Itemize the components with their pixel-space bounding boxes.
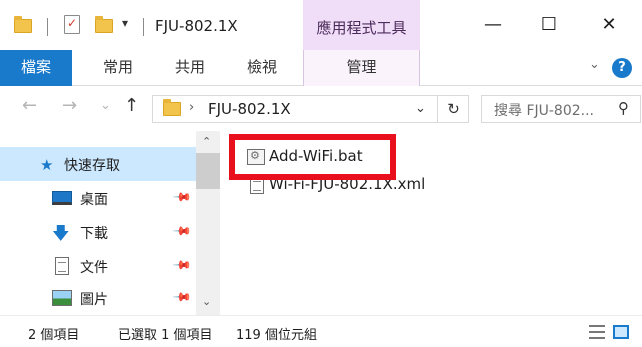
customize-toolbar-dropdown[interactable]: ▾	[122, 16, 128, 30]
search-icon[interactable]: ⚲	[618, 99, 629, 117]
toolbar-divider	[143, 18, 144, 36]
maximize-button[interactable]: ☐	[526, 10, 572, 40]
tab-file[interactable]: 檔案	[0, 50, 72, 86]
pin-icon[interactable]: 📌	[172, 255, 192, 275]
folder-icon	[163, 99, 181, 116]
sidebar-item-label: 下載	[80, 226, 108, 242]
highlight-annotation	[229, 134, 396, 180]
navigation-bar: ← → ⌄ ↑ › FJU-802.1X ⌄ ↻ 搜尋 FJU-802... ⚲	[0, 87, 642, 131]
address-dropdown-icon[interactable]: ⌄	[415, 101, 426, 116]
large-icons-view-icon[interactable]	[613, 325, 629, 339]
desktop-icon	[52, 191, 72, 205]
sidebar-item-label: 桌面	[80, 192, 108, 208]
sidebar-item-desktop[interactable]: 桌面 📌	[0, 181, 200, 215]
pin-icon[interactable]: 📌	[172, 287, 192, 307]
pin-icon[interactable]: 📌	[172, 221, 192, 241]
scrollbar-thumb[interactable]	[196, 153, 220, 189]
item-count: 2 個項目	[28, 328, 80, 343]
search-input[interactable]: 搜尋 FJU-802... ⚲	[481, 95, 641, 123]
refresh-button[interactable]: ↻	[437, 96, 469, 122]
details-view-icon[interactable]	[589, 325, 605, 339]
status-bar: 2 個項目 已選取 1 個項目 119 個位元組	[0, 315, 642, 347]
window-title: FJU-802.1X	[155, 17, 238, 35]
new-folder-icon[interactable]	[95, 16, 113, 33]
toolbar-divider	[47, 18, 48, 36]
ribbon-tabs: 檔案 常用 共用 檢視 管理 ⌄ ?	[0, 50, 642, 86]
forward-button[interactable]: →	[62, 95, 77, 116]
tab-home[interactable]: 常用	[86, 50, 150, 86]
expand-ribbon-icon[interactable]: ⌄	[589, 57, 600, 72]
recent-locations-button[interactable]: ⌄	[100, 98, 111, 113]
close-button[interactable]: ✕	[586, 10, 632, 40]
folder-icon	[14, 16, 32, 33]
star-icon: ★	[40, 156, 54, 174]
navigation-scrollbar[interactable]: ⌃ ⌄	[196, 131, 220, 315]
scroll-down-icon[interactable]: ⌄	[202, 295, 211, 308]
tab-view[interactable]: 檢視	[230, 50, 294, 86]
context-tab-group: 應用程式工具	[303, 0, 420, 50]
minimize-button[interactable]: —	[470, 10, 516, 40]
sidebar-item-documents[interactable]: 文件 📌	[0, 249, 200, 283]
up-button[interactable]: ↑	[124, 95, 139, 116]
document-icon	[55, 257, 69, 275]
sidebar-item-pictures[interactable]: 圖片 📌	[0, 281, 200, 315]
breadcrumb-chevron-icon[interactable]: ›	[189, 100, 194, 115]
pictures-icon	[52, 290, 72, 306]
download-icon: 🡇	[52, 224, 70, 244]
back-button[interactable]: ←	[22, 95, 37, 116]
selection-size: 119 個位元組	[236, 328, 317, 343]
sidebar-item-quick-access[interactable]: ★ 快速存取	[0, 147, 200, 181]
search-placeholder: 搜尋 FJU-802...	[494, 103, 595, 119]
tab-manage[interactable]: 管理	[303, 50, 420, 86]
tab-share[interactable]: 共用	[158, 50, 222, 86]
navigation-pane: ★ 快速存取 桌面 📌 🡇 下載 📌 文件 📌 圖片 📌 ⌃ ⌄	[0, 131, 220, 315]
breadcrumb[interactable]: FJU-802.1X	[208, 100, 291, 118]
sidebar-item-label: 圖片	[80, 292, 108, 308]
help-icon[interactable]: ?	[612, 58, 632, 78]
address-bar[interactable]: › FJU-802.1X ⌄ ↻	[152, 95, 469, 123]
context-group-label: 應用程式工具	[316, 19, 407, 37]
scroll-up-icon[interactable]: ⌃	[202, 135, 211, 148]
sidebar-item-label: 快速存取	[64, 158, 120, 174]
pin-icon[interactable]: 📌	[172, 187, 192, 207]
sidebar-item-downloads[interactable]: 🡇 下載 📌	[0, 215, 200, 249]
title-bar: ▾ FJU-802.1X 應用程式工具 — ☐ ✕	[0, 0, 642, 50]
sidebar-item-label: 文件	[80, 260, 108, 276]
properties-icon[interactable]	[64, 15, 80, 34]
selection-count: 已選取 1 個項目	[118, 328, 213, 343]
